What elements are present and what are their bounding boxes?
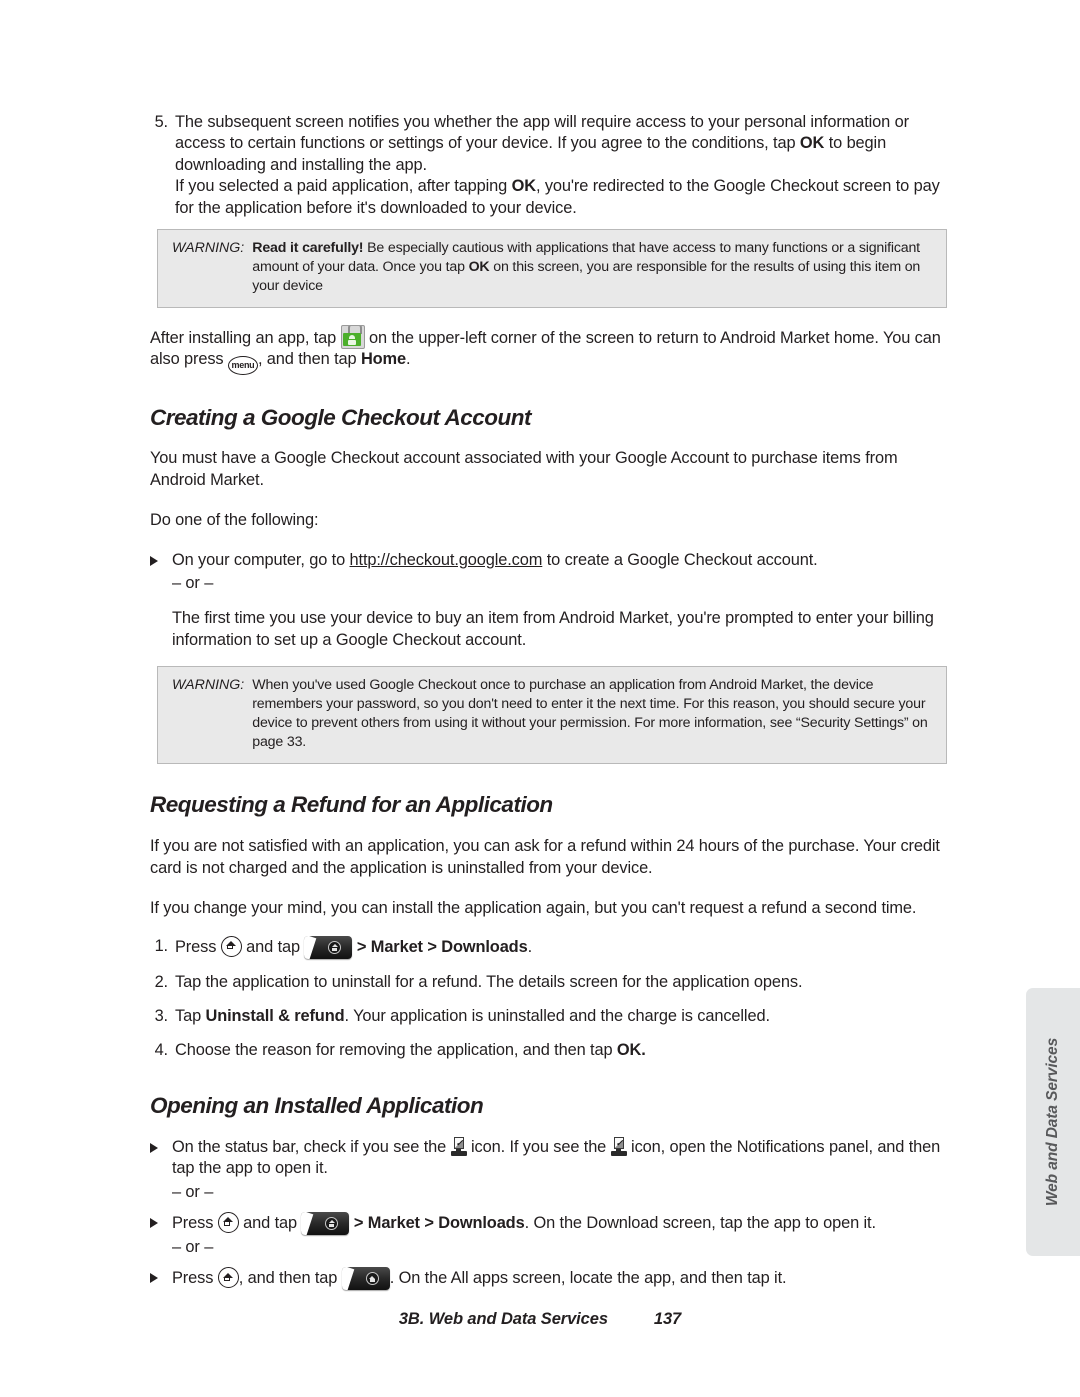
heading-requesting-a-refund: Requesting a Refund for an Application	[150, 792, 553, 818]
checkout-paragraph-1: You must have a Google Checkout account …	[150, 449, 898, 489]
menu-key-icon: menu	[227, 356, 258, 376]
step-5-number: 5.	[154, 113, 169, 131]
opening-bullet-2-downloads: Downloads	[438, 1213, 525, 1232]
refund-paragraph-2: If you change your mind, you can install…	[150, 899, 917, 918]
refund-paragraph-1: If you are not satisfied with an applica…	[150, 837, 940, 877]
side-chapter-tab-label: Web and Data Services	[1044, 1037, 1061, 1207]
refund-step-3-number: 3.	[154, 1006, 169, 1025]
refund-step-4-number: 4.	[154, 1041, 169, 1060]
warning-1-lead: Read it carefully!	[252, 240, 364, 257]
checkout-bullet-1-b: to create a Google Checkout account.	[542, 550, 818, 569]
after-install-paragraph: After installing an app, tap on the uppe…	[150, 325, 950, 376]
side-chapter-tab: Web and Data Services	[1026, 988, 1080, 1256]
all-apps-launcher-icon	[341, 1267, 390, 1291]
opening-bullet-3-c: . On the All apps screen, locate the app…	[389, 1269, 787, 1288]
all-apps-launcher-icon	[304, 935, 353, 959]
bullet-triangle-icon	[150, 550, 172, 566]
after-install-text-c: , and then tap	[257, 350, 361, 369]
refund-step-2-number: 2.	[154, 972, 169, 991]
warning-2-label: WARNING:	[172, 677, 245, 694]
bullet-triangle-icon	[150, 1137, 172, 1153]
checkout-url-link[interactable]: http://checkout.google.com	[350, 551, 543, 569]
opening-bullet-2-a: Press	[172, 1213, 218, 1232]
refund-step-2-text: Tap the application to uninstall for a r…	[175, 972, 803, 991]
opening-bullet-1-a: On the status bar, check if you see the	[172, 1137, 451, 1156]
opening-or-separator-2: – or –	[172, 1237, 214, 1256]
heading-opening-an-installed-application: Opening an Installed Application	[150, 1092, 484, 1118]
checkout-bullet-1: On your computer, go to http://checkout.…	[150, 550, 950, 571]
download-complete-icon: ✓	[610, 1136, 627, 1156]
checkout-paragraph-3: The first time you use your device to bu…	[172, 609, 934, 649]
home-key-icon	[220, 935, 242, 957]
after-install-home-bold: Home	[360, 350, 407, 369]
all-apps-launcher-icon	[301, 1211, 350, 1235]
checkout-bullet-1-a: On your computer, go to	[172, 550, 350, 569]
opening-or-separator-1: – or –	[172, 1182, 214, 1201]
footer-section-title: 3B. Web and Data Services	[398, 1310, 608, 1328]
refund-step-1-number: 1.	[154, 936, 169, 955]
step-5-line2-a: If you selected a paid application, afte…	[175, 177, 512, 196]
page-footer: 3B. Web and Data Services 137	[0, 1310, 1080, 1329]
refund-steps-list: 1. Press and tap > Market > Downloads. 2…	[150, 935, 950, 1062]
opening-bullet-1: On the status bar, check if you see the …	[150, 1136, 950, 1180]
opening-bullet-2: Press and tap > Market > Downloads. On t…	[150, 1211, 950, 1235]
refund-step-1-d: >	[422, 937, 442, 956]
step-5-ok-1: OK	[799, 134, 825, 153]
step-5-text: The subsequent screen notifies you wheth…	[175, 112, 950, 219]
warning-box-1: WARNING: Read it carefully! Be especiall…	[157, 229, 947, 309]
opening-bullet-3-a: Press	[172, 1269, 218, 1288]
opening-bullet-2-b: and tap	[238, 1213, 302, 1232]
step-5-ok-2: OK	[511, 177, 536, 196]
opening-bullet-2-c: >	[349, 1213, 368, 1232]
step-5: 5. The subsequent screen notifies you wh…	[150, 112, 950, 219]
warning-box-2: WARNING: When you've used Google Checkou…	[157, 666, 947, 765]
refund-step-1-market: Market	[370, 937, 423, 956]
refund-step-2: 2. Tap the application to uninstall for …	[150, 972, 950, 993]
checkout-or-separator: – or –	[172, 574, 214, 593]
refund-step-1: 1. Press and tap > Market > Downloads.	[150, 935, 950, 959]
refund-step-1-downloads: Downloads	[441, 937, 528, 956]
refund-step-4: 4. Choose the reason for removing the ap…	[150, 1040, 950, 1061]
opening-bullet-2-e: . On the Download screen, tap the app to…	[524, 1213, 876, 1232]
refund-step-1-a: Press	[175, 937, 221, 956]
refund-step-1-b: and tap	[241, 937, 305, 956]
refund-step-3-a: Tap	[175, 1006, 206, 1025]
warning-2-body: When you've used Google Checkout once to…	[252, 677, 928, 751]
market-bag-icon	[340, 325, 365, 350]
refund-step-1-c: >	[352, 937, 371, 956]
opening-bullet-2-d: >	[419, 1213, 439, 1232]
warning-1-body: Read it carefully! Be especially cautiou…	[252, 239, 934, 296]
refund-step-4-a: Choose the reason for removing the appli…	[175, 1041, 617, 1060]
heading-creating-google-checkout-account: Creating a Google Checkout Account	[150, 405, 531, 431]
opening-bullet-2-market: Market	[367, 1213, 420, 1232]
opening-bullet-3: Press , and then tap . On the All apps s…	[150, 1267, 950, 1291]
bullet-triangle-icon	[150, 1267, 172, 1284]
refund-step-3-b: . Your application is uninstalled and th…	[344, 1006, 771, 1025]
footer-page-number: 137	[653, 1310, 682, 1328]
step-5-line1-a: The subsequent screen notifies you wheth…	[175, 113, 909, 153]
refund-step-3: 3. Tap Uninstall & refund. Your applicat…	[150, 1006, 950, 1027]
refund-step-1-e: .	[527, 937, 533, 956]
checkout-paragraph-2: Do one of the following:	[150, 511, 319, 530]
after-install-text-d: .	[406, 350, 411, 369]
warning-1-ok: OK	[468, 259, 490, 276]
refund-step-3-bold: Uninstall & refund	[205, 1006, 345, 1025]
home-key-icon	[217, 1211, 239, 1233]
refund-step-4-bold: OK.	[616, 1041, 646, 1060]
warning-1-label: WARNING:	[172, 240, 245, 257]
opening-bullet-1-b: icon. If you see the	[466, 1137, 611, 1156]
page-content: 5. The subsequent screen notifies you wh…	[150, 112, 950, 1291]
home-key-icon	[217, 1267, 239, 1289]
download-complete-icon: ✓	[450, 1136, 467, 1156]
manual-page: 5. The subsequent screen notifies you wh…	[0, 0, 1080, 1397]
bullet-triangle-icon	[150, 1212, 172, 1228]
after-install-text-a: After installing an app, tap	[150, 329, 341, 348]
opening-bullet-3-b: , and then tap	[238, 1269, 342, 1288]
